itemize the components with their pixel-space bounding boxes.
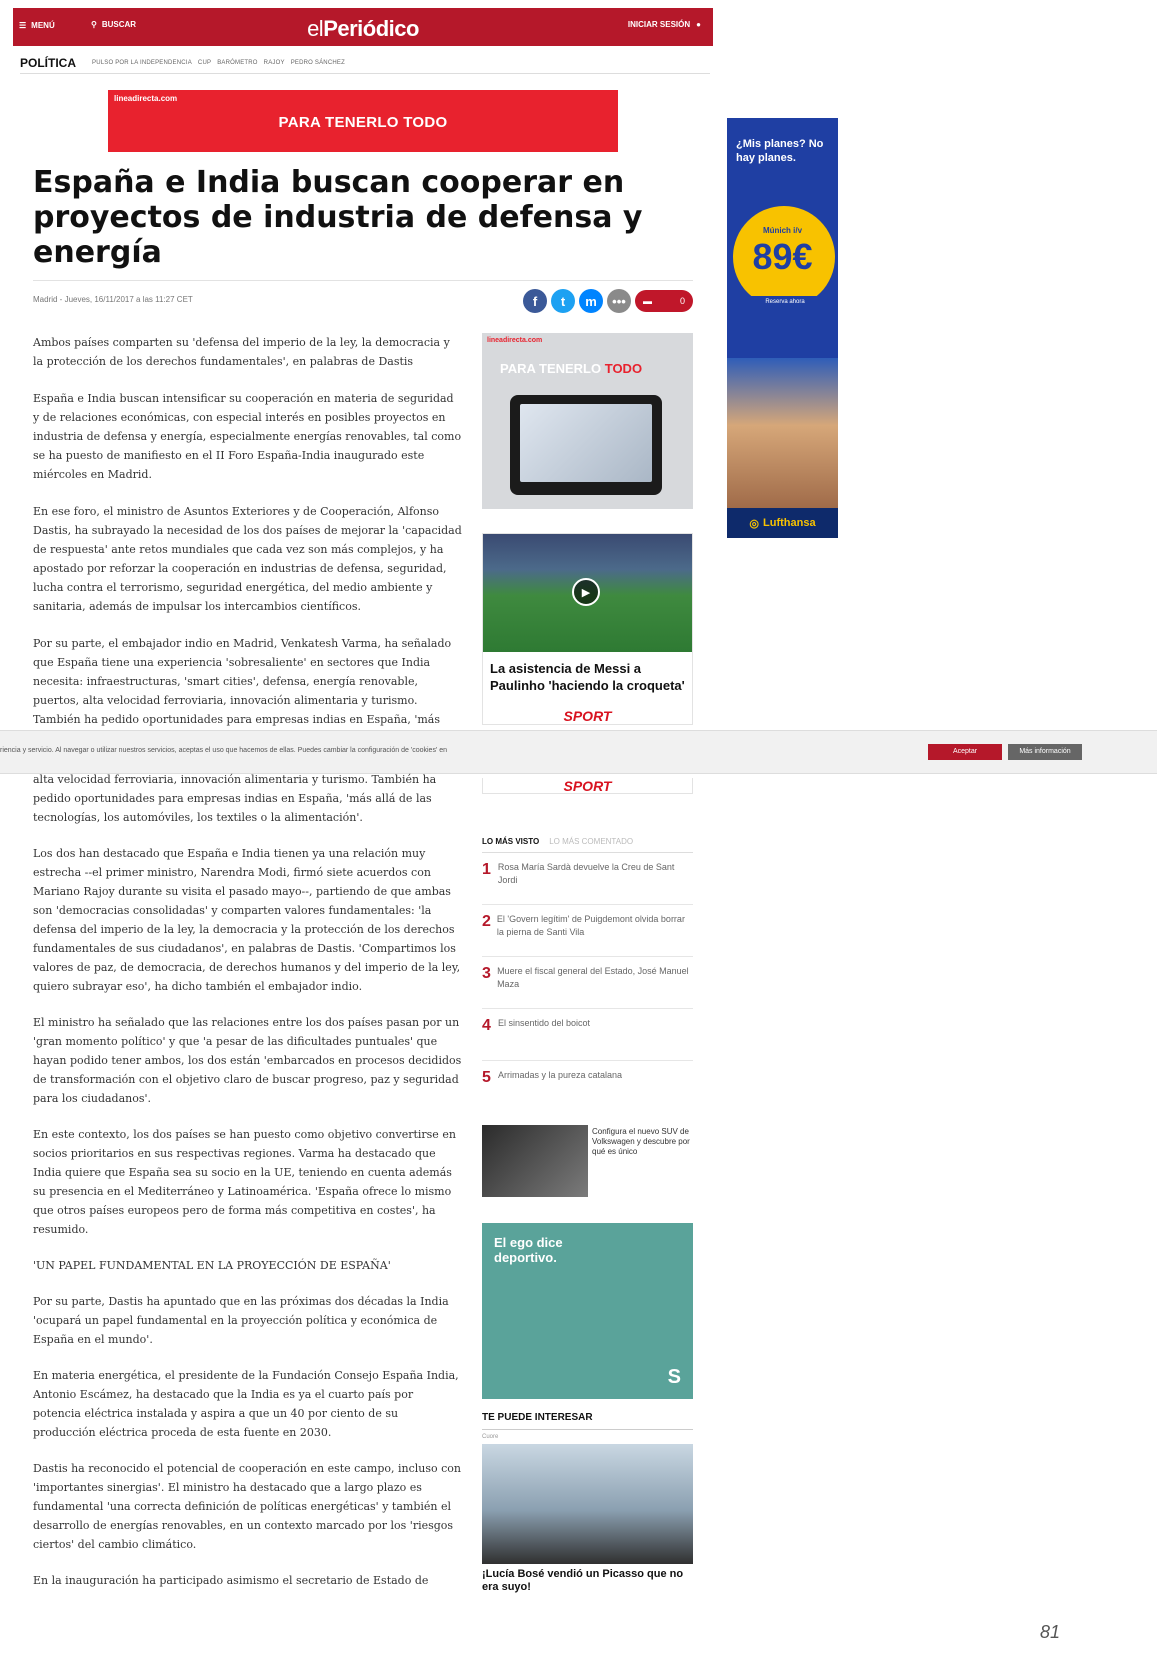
cookie-accept-button[interactable]: Aceptar — [928, 744, 1002, 760]
article-paragraph: En este contexto, los dos países se han … — [33, 1128, 456, 1236]
list-item-title[interactable]: Arrimadas y la pureza catalana — [498, 1069, 622, 1105]
ad-box[interactable]: lineadirecta.com PARA TENERLO TODO — [482, 333, 693, 509]
facebook-share-icon[interactable]: f — [523, 289, 547, 313]
logo-part-el: el — [307, 16, 324, 41]
comments-count: 0 — [679, 296, 685, 306]
article-subtitle: Ambos países comparten su 'defensa del i… — [33, 336, 450, 368]
ad-skyscraper[interactable]: ¿Mis planes? No hay planes. Múnich i/v 8… — [727, 118, 838, 538]
logo-part-periodico: Periódico — [323, 16, 419, 41]
list-item[interactable]: 1 Rosa María Sardà devuelve la Creu de S… — [482, 853, 693, 905]
subsection-link[interactable]: PEDRO SÁNCHEZ — [291, 60, 345, 66]
seat-logo-icon: S — [667, 1366, 681, 1388]
rank-number: 4 — [482, 1017, 491, 1034]
gps-screen — [520, 404, 652, 482]
rank-number: 3 — [482, 965, 491, 982]
ad-claim-part: PARA TENERLO — [500, 361, 605, 376]
article-paragraph: El ministro ha señalado que las relacion… — [33, 1016, 462, 1105]
cookie-text: riencia y servicio. Al navegar o utiliza… — [0, 747, 448, 754]
recommended-caption[interactable]: ¡Lucía Bosé vendió un Picasso que no era… — [482, 1568, 693, 1594]
article-paragraph: En materia energética, el presidente de … — [33, 1369, 459, 1439]
video-source: SPORT — [563, 708, 612, 724]
article-body-continued: alta velocidad ferroviaria, innovación a… — [33, 770, 463, 1607]
messenger-share-icon[interactable]: m — [579, 289, 603, 313]
ad-banner-top[interactable]: lineadirecta.com PARA TENERLO TODO — [108, 90, 618, 152]
rank-number: 5 — [482, 1069, 491, 1086]
ad-footer: ◎ Lufthansa — [727, 508, 838, 538]
most-viewed-tabs: LO MÁS VISTO LO MÁS COMENTADO — [482, 837, 693, 853]
subsection-link[interactable]: PULSO POR LA INDEPENDENCIA — [92, 60, 192, 66]
subsection-link[interactable]: BARÓMETRO — [217, 60, 257, 66]
video-title[interactable]: La asistencia de Messi a Paulinho 'hacie… — [490, 660, 688, 694]
list-item-title[interactable]: El sinsentido del boicot — [498, 1017, 590, 1052]
crane-icon: ◎ — [749, 517, 760, 530]
tab-most-viewed[interactable]: LO MÁS VISTO — [482, 837, 539, 846]
twitter-share-icon[interactable]: t — [551, 289, 575, 313]
article-body: Ambos países comparten su 'defensa del i… — [33, 333, 463, 747]
play-icon[interactable]: ▶ — [572, 578, 600, 606]
article-title: España e India buscan cooperar en proyec… — [33, 165, 643, 270]
cookie-more-info-button[interactable]: Más información — [1008, 744, 1082, 760]
ad-headline: ¿Mis planes? No hay planes. — [736, 138, 824, 164]
ad-photo — [727, 358, 838, 508]
rank-number: 2 — [482, 913, 491, 930]
share-bar: f t m ••• ▬ 0 — [523, 289, 693, 313]
article-paragraph: alta velocidad ferroviaria, innovación a… — [33, 773, 437, 824]
page-number: 81 — [1040, 1622, 1061, 1642]
article-meta-row: Madrid - Jueves, 16/11/2017 a las 11:27 … — [33, 280, 693, 322]
subsection-link[interactable]: RAJOY — [264, 60, 285, 66]
subsection-link[interactable]: CUP — [198, 60, 211, 66]
ad-headline: El ego dice deportivo. — [494, 1235, 563, 1265]
article-paragraph: Dastis ha reconocido el potencial de coo… — [33, 1462, 461, 1551]
login-button[interactable]: INICIAR SESIÓN ● — [628, 20, 701, 29]
article-paragraph: España e India buscan intensificar su co… — [33, 392, 462, 481]
user-icon: ● — [696, 20, 701, 29]
ad-claim: PARA TENERLO TODO — [500, 361, 642, 376]
ad-claim: PARA TENERLO TODO — [278, 114, 448, 131]
list-item-title[interactable]: Muere el fiscal general del Estado, José… — [497, 965, 693, 1000]
section-title[interactable]: POLÍTICA — [20, 56, 76, 70]
comment-icon: ▬ — [643, 296, 652, 306]
article-paragraph: Los dos han destacado que España e India… — [33, 847, 461, 993]
ad-claim-accent: TODO — [604, 361, 643, 376]
cookie-banner: riencia y servicio. Al navegar o utiliza… — [0, 730, 1157, 774]
site-logo[interactable]: elPeriódico — [13, 16, 713, 42]
gps-device-image — [510, 395, 662, 495]
ad-brand: lineadirecta.com — [487, 337, 543, 344]
recommended-source: Cuore — [482, 1434, 499, 1440]
recommended-image[interactable] — [482, 1444, 693, 1564]
article-paragraph: En la inauguración ha participado asimis… — [33, 1574, 429, 1587]
most-viewed-widget: LO MÁS VISTO LO MÁS COMENTADO 1 Rosa Mar… — [482, 837, 693, 1113]
ad-brand: lineadirecta.com — [114, 94, 178, 103]
rank-number: 1 — [482, 861, 491, 878]
ad-city: Múnich i/v — [762, 226, 803, 235]
article-paragraph: Por su parte, Dastis ha apuntado que en … — [33, 1295, 449, 1346]
list-item[interactable]: 5 Arrimadas y la pureza catalana — [482, 1061, 693, 1113]
sponsored-promo[interactable]: Configura el nuevo SUV de Volkswagen y d… — [482, 1125, 693, 1197]
ad-box-seat[interactable]: El ego dice deportivo. S — [482, 1223, 693, 1399]
recommended-widget: TE PUEDE INTERESAR Cuore ¡Lucía Bosé ven… — [482, 1412, 693, 1594]
promo-text[interactable]: Configura el nuevo SUV de Volkswagen y d… — [592, 1127, 692, 1157]
article-paragraph: Por su parte, el embajador indio en Madr… — [33, 637, 452, 726]
recommended-heading: TE PUEDE INTERESAR — [482, 1412, 693, 1430]
site-header: ☰ MENÚ ⚲ BUSCAR elPeriódico INICIAR SESI… — [13, 8, 713, 46]
more-share-icon[interactable]: ••• — [607, 289, 631, 313]
login-label: INICIAR SESIÓN — [627, 20, 691, 29]
comments-button[interactable]: ▬ 0 — [635, 290, 693, 312]
section-nav: POLÍTICA PULSO POR LA INDEPENDENCIA CUP … — [20, 52, 710, 74]
ad-brand-name: Lufthansa — [763, 517, 816, 529]
list-item[interactable]: 3 Muere el fiscal general del Estado, Jo… — [482, 957, 693, 1009]
article-paragraph: En ese foro, el ministro de Asuntos Exte… — [33, 505, 462, 613]
list-item[interactable]: 4 El sinsentido del boicot — [482, 1009, 693, 1061]
promo-car-image — [482, 1125, 588, 1197]
article-dateline: Madrid - Jueves, 16/11/2017 a las 11:27 … — [33, 295, 193, 304]
list-item-title[interactable]: Rosa María Sardà devuelve la Creu de San… — [498, 861, 693, 896]
list-item[interactable]: 2 El 'Govern legítim' de Puigdemont olvi… — [482, 905, 693, 957]
ad-cta-button[interactable]: Reserva ahora — [747, 296, 823, 308]
article-subheading: 'UN PAPEL FUNDAMENTAL EN LA PROYECCIÓN D… — [33, 1259, 391, 1272]
video-source-repeat: SPORT — [482, 778, 693, 794]
tab-most-commented[interactable]: LO MÁS COMENTADO — [549, 837, 633, 846]
video-card[interactable]: ▶ La asistencia de Messi a Paulinho 'hac… — [482, 533, 693, 725]
list-item-title[interactable]: El 'Govern legítim' de Puigdemont olvida… — [497, 913, 693, 948]
ad-price: 89€ — [752, 236, 813, 277]
